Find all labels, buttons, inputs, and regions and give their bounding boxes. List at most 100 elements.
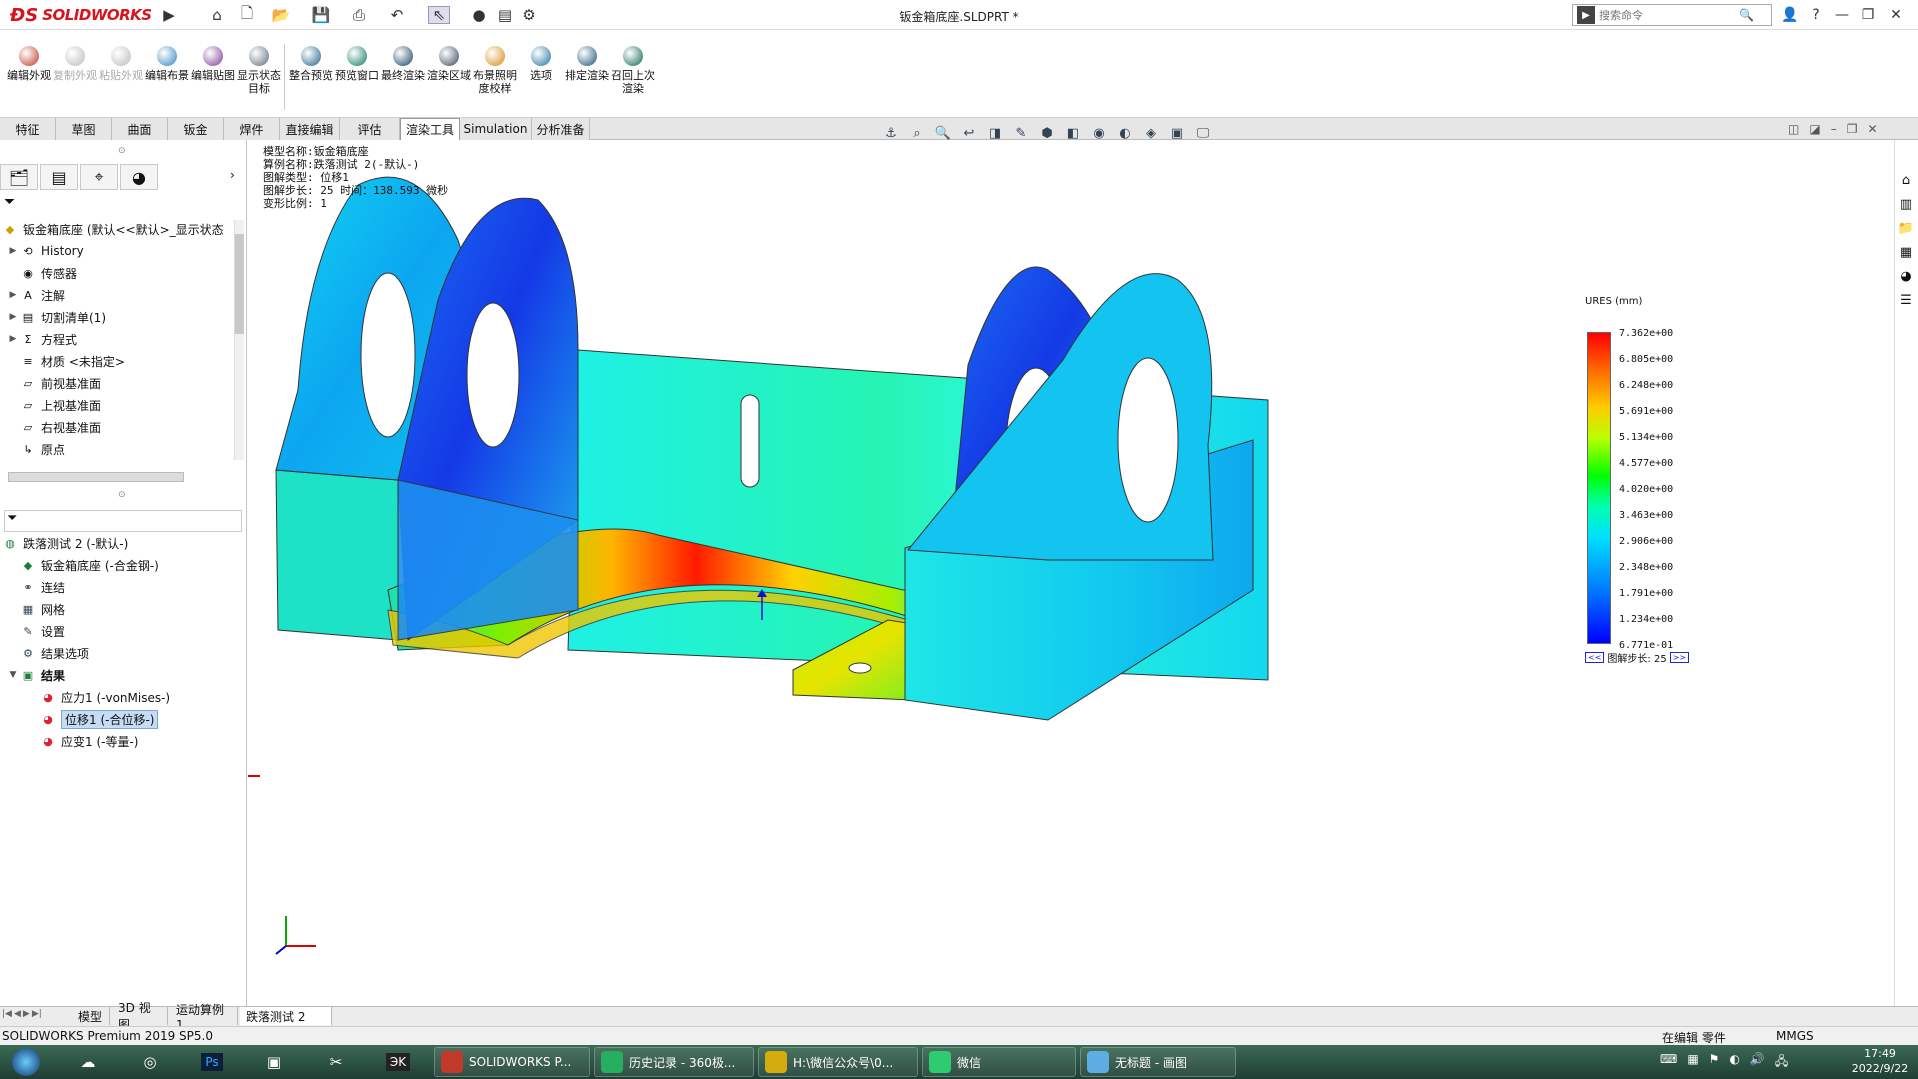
appearances-icon[interactable]: ◕	[1896, 266, 1916, 286]
ribbon-button-10[interactable]: 布景照明度校样	[472, 46, 518, 116]
splitter-grip-icon[interactable]: ⊙	[118, 490, 126, 500]
taskbar-app-1[interactable]: 历史记录 - 360极...	[594, 1047, 754, 1077]
ribbon-button-6[interactable]: 整合预览	[288, 46, 334, 116]
feature-tree-item[interactable]: ≡ 材质 <未指定>	[6, 350, 125, 372]
result-plot-item[interactable]: ◕ 应变1 (-等量-)	[26, 730, 138, 752]
bottom-tab-2[interactable]: 运动算例1	[170, 1003, 238, 1032]
expand-arrow-icon[interactable]: ▶	[6, 334, 20, 344]
tab-navigation-arrows[interactable]: |◀ ◀ ▶ ▶|	[2, 1009, 42, 1019]
ribbon-button-11[interactable]: 选项	[518, 46, 564, 116]
viewport-split-icon[interactable]: ◪	[1809, 122, 1820, 136]
minimize-icon[interactable]: —	[1830, 5, 1854, 25]
taskbar-app-2[interactable]: H:\微信公众号\0...	[758, 1047, 918, 1077]
feature-tree-item[interactable]: ▶ A 注解	[6, 284, 65, 306]
close-icon[interactable]: ✕	[1884, 5, 1908, 25]
taskbar-app-4[interactable]: 无标题 - 画图	[1080, 1047, 1236, 1077]
expand-arrow-icon[interactable]: ▶	[6, 246, 20, 256]
save-icon[interactable]: 💾	[310, 6, 332, 24]
menu-arrow-icon[interactable]: ▶	[158, 6, 180, 24]
tab-6[interactable]: 评估	[340, 118, 400, 140]
ribbon-button-0[interactable]: 编辑外观	[6, 46, 52, 116]
ribbon-button-7[interactable]: 预览窗口	[334, 46, 380, 116]
feature-manager-tab[interactable]: 🗂	[0, 164, 38, 190]
next-step-button[interactable]: >>	[1669, 652, 1690, 663]
sim-tree-item[interactable]: ◆ 钣金箱底座 (-合金钢-)	[6, 554, 159, 576]
taskbar-app-3[interactable]: 微信	[922, 1047, 1076, 1077]
expand-arrow-icon[interactable]: ▶	[6, 312, 20, 322]
result-plot-item[interactable]: ◕ 应力1 (-vonMises-)	[26, 686, 170, 708]
custom-properties-icon[interactable]: ☰	[1896, 290, 1916, 310]
design-library-icon[interactable]: ▥	[1896, 194, 1916, 214]
sim-tree-item[interactable]: ✎ 设置	[6, 620, 65, 642]
taskbar-clock[interactable]: 17:49 2022/9/22	[1845, 1046, 1915, 1078]
panel-grip-icon[interactable]: ⊙	[118, 146, 126, 156]
flag-icon[interactable]: ⚑	[1709, 1052, 1720, 1073]
ribbon-button-8[interactable]: 最终渲染	[380, 46, 426, 116]
sim-tree-item[interactable]: ⚭ 连结	[6, 576, 65, 598]
ribbon-button-3[interactable]: 编辑布景	[144, 46, 190, 116]
sim-filter-box[interactable]: ⏷	[4, 510, 242, 532]
feature-tree-item[interactable]: ◉ 传感器	[6, 262, 77, 284]
tab-9[interactable]: 分析准备	[532, 118, 590, 140]
photoshop-icon[interactable]: Ps	[188, 1047, 236, 1077]
viewport-close-icon[interactable]: ✕	[1867, 122, 1877, 136]
feature-tree-item[interactable]: ▶ Σ 方程式	[6, 328, 77, 350]
view-palette-icon[interactable]: ▦	[1896, 242, 1916, 262]
magnifier-icon[interactable]: 🔍	[1739, 8, 1754, 22]
feature-tree-item[interactable]: ▱ 右视基准面	[6, 416, 101, 438]
tray-app-icon[interactable]: ▦	[1687, 1052, 1698, 1073]
result-plot-item[interactable]: ◕ 位移1 (-合位移-)	[26, 708, 159, 730]
bottom-tab-3[interactable]: 跌落测试 2	[240, 1007, 332, 1025]
file-explorer-icon[interactable]: 📁	[1896, 218, 1916, 238]
sim-tree-item[interactable]: ⚙ 结果选项	[6, 642, 89, 664]
ribbon-button-9[interactable]: 渲染区域	[426, 46, 472, 116]
home-icon[interactable]: ⌂	[206, 6, 228, 24]
undo-icon[interactable]: ↶	[386, 6, 408, 24]
screenshot-tool-icon[interactable]: ▣	[250, 1047, 298, 1077]
restore-icon[interactable]: ❐	[1856, 5, 1880, 25]
baidu-netdisk-icon[interactable]: ☁	[64, 1047, 112, 1077]
open-icon[interactable]: 📂	[270, 6, 292, 24]
recorder-icon[interactable]: ЭK	[374, 1047, 422, 1077]
property-manager-tab[interactable]: ▤	[40, 164, 78, 190]
filter-icon[interactable]: ⏷	[4, 194, 15, 210]
ribbon-button-4[interactable]: 编辑贴图	[190, 46, 236, 116]
previous-step-button[interactable]: <<	[1585, 652, 1605, 663]
viewport-minimize-icon[interactable]: –	[1831, 122, 1837, 136]
tab-7[interactable]: 渲染工具	[400, 118, 460, 140]
horizontal-scrollbar[interactable]	[8, 472, 184, 482]
bottom-tab-0[interactable]: 模型	[72, 1007, 110, 1025]
ribbon-button-12[interactable]: 排定渲染	[564, 46, 610, 116]
volume-icon[interactable]: 🔊	[1750, 1052, 1765, 1073]
select-icon[interactable]: ⇖	[428, 6, 450, 24]
tab-0[interactable]: 特征	[0, 118, 56, 140]
result-legend[interactable]: URES (mm) 7.362e+00 6.805e+00 6.248e+00 5.6…	[1585, 296, 1715, 666]
configuration-manager-tab[interactable]: ⌖	[80, 164, 118, 190]
browser-icon[interactable]: ◎	[126, 1047, 174, 1077]
tab-2[interactable]: 曲面	[112, 118, 168, 140]
sim-tree-item[interactable]: ▼ ▣ 结果	[6, 664, 65, 686]
user-icon[interactable]: 👤	[1778, 5, 1802, 25]
viewport-tile-icon[interactable]: ◫	[1788, 122, 1799, 136]
feature-tree-item[interactable]: ↳ 原点	[6, 438, 65, 460]
ribbon-button-13[interactable]: 召回上次渲染	[610, 46, 656, 116]
new-document-icon[interactable]: 🗋	[236, 4, 258, 24]
tab-3[interactable]: 钣金	[168, 118, 224, 140]
search-box[interactable]: ▶ 🔍	[1572, 4, 1772, 26]
feature-tree-item[interactable]: ▶ ⟲ History	[6, 240, 84, 262]
solidworks-resources-icon[interactable]: ⌂	[1896, 170, 1916, 190]
viewport-restore-icon[interactable]: ❐	[1847, 122, 1858, 136]
taskbar-app-0[interactable]: SOLIDWORKS P...	[434, 1047, 590, 1077]
windows-start-icon[interactable]	[2, 1047, 50, 1077]
tab-1[interactable]: 草图	[56, 118, 112, 140]
bottom-tab-1[interactable]: 3D 视图	[112, 1001, 168, 1032]
antivirus-icon[interactable]: ◐	[1729, 1052, 1739, 1073]
print-icon[interactable]: ⎙	[348, 6, 370, 24]
ribbon-button-5[interactable]: 显示状态目标	[236, 46, 282, 116]
tab-4[interactable]: 焊件	[224, 118, 280, 140]
feature-tree-item[interactable]: ▶ ▤ 切割清单(1)	[6, 306, 106, 328]
panel-expand-icon[interactable]: ›	[230, 168, 235, 182]
help-icon[interactable]: ?	[1804, 5, 1828, 25]
tab-5[interactable]: 直接编辑	[280, 118, 340, 140]
feature-tree-item[interactable]: ▱ 上视基准面	[6, 394, 101, 416]
